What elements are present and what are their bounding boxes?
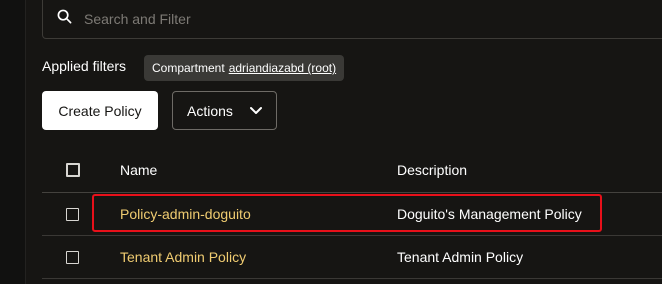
table-row: Policy-admin-doguito Doguito's Managemen… bbox=[42, 193, 662, 236]
policy-description: Tenant Admin Policy bbox=[397, 249, 524, 265]
row-checkbox[interactable] bbox=[66, 250, 79, 264]
left-rail bbox=[0, 0, 26, 284]
policy-name-link[interactable]: Tenant Admin Policy bbox=[120, 249, 246, 265]
table-header-row: Name Description bbox=[42, 148, 662, 193]
filter-chip-prefix: Compartment bbox=[152, 61, 225, 75]
table-row: Tenant Admin Policy Tenant Admin Policy bbox=[42, 236, 662, 279]
filter-chip-compartment-link[interactable]: adriandiazabd (root) bbox=[229, 61, 336, 75]
search-bar[interactable] bbox=[42, 0, 662, 39]
actions-menu-button[interactable]: Actions bbox=[172, 91, 277, 130]
create-policy-button[interactable]: Create Policy bbox=[42, 91, 158, 130]
policy-description: Doguito's Management Policy bbox=[397, 206, 582, 222]
select-all-checkbox[interactable] bbox=[66, 163, 80, 177]
compartment-filter-chip[interactable]: Compartment adriandiazabd (root) bbox=[144, 55, 345, 81]
row-checkbox[interactable] bbox=[66, 207, 79, 221]
column-header-description[interactable]: Description bbox=[397, 162, 467, 178]
policies-table: Name Description Policy-admin-doguito Do… bbox=[42, 148, 662, 279]
column-header-name[interactable]: Name bbox=[120, 162, 157, 178]
chevron-down-icon bbox=[250, 107, 262, 114]
applied-filters-label: Applied filters bbox=[42, 58, 127, 74]
search-icon bbox=[57, 9, 72, 29]
policy-name-link[interactable]: Policy-admin-doguito bbox=[120, 206, 251, 222]
search-input[interactable] bbox=[84, 11, 484, 27]
actions-button-label: Actions bbox=[187, 102, 233, 119]
